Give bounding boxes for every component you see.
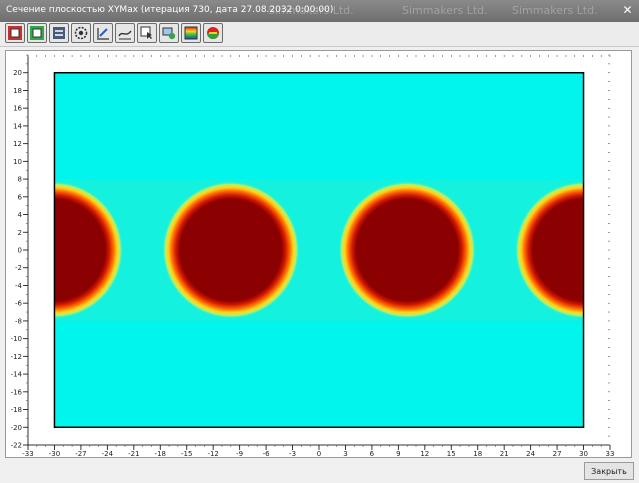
edit-plot-button[interactable] [93, 23, 113, 43]
heatmap-warm-band [54, 179, 584, 321]
export-button[interactable] [49, 23, 69, 43]
window-close-button[interactable]: ✕ [619, 2, 636, 19]
hot-spot [162, 181, 300, 319]
y-tick-label: -2 [15, 264, 22, 272]
save-image-icon [30, 26, 44, 40]
plot-panel: -33 -30 -27 -24 -21 -18 -15 -12 -9 -6 -3 0 3 6 9 12 15 18… [5, 50, 632, 458]
close-button[interactable]: Закрыть [584, 462, 634, 480]
y-tick-label: 2 [18, 229, 22, 237]
x-tick-label: 9 [396, 450, 400, 457]
layers-icon [162, 27, 176, 40]
x-tick-label: 12 [420, 450, 429, 457]
color-wheel-icon [207, 27, 219, 39]
x-tick-label: 15 [447, 450, 456, 457]
x-tick-label: 18 [473, 450, 482, 457]
x-tick-label: 3 [343, 450, 347, 457]
layers-button[interactable] [159, 23, 179, 43]
x-tick-label: 27 [553, 450, 562, 457]
edit-plot-icon [97, 28, 109, 40]
x-tick-label: 21 [500, 450, 509, 457]
x-tick-label: 33 [606, 450, 615, 457]
x-tick-label: -21 [128, 450, 139, 457]
x-tick-label: -27 [75, 450, 86, 457]
y-tick-label: -14 [11, 371, 23, 379]
hot-spot [338, 181, 476, 319]
y-tick-label: -20 [11, 424, 22, 432]
copy-image-button[interactable] [5, 23, 25, 43]
y-tick-label: 10 [13, 158, 22, 166]
title-bar: Сечение плоскостью XYMax (итерация 730, … [0, 0, 639, 22]
y-tick-label: 12 [13, 140, 22, 148]
contour-icon [118, 30, 132, 40]
x-tick-label: -24 [102, 450, 114, 457]
y-tick-label: 20 [13, 69, 22, 77]
y-tick-label: 18 [13, 87, 22, 95]
palette-gradient-icon [184, 26, 198, 40]
y-tick-label: -10 [11, 335, 22, 343]
contour-button[interactable] [115, 23, 135, 43]
y-tick-label: 16 [13, 105, 22, 113]
y-tick-label: 0 [18, 247, 22, 255]
y-tick-label: -4 [15, 282, 23, 290]
x-tick-label: 30 [579, 450, 588, 457]
watermark-text: Simmakers Ltd. [402, 4, 488, 17]
y-tick-label: -6 [15, 300, 23, 308]
y-tick-label: 14 [13, 122, 22, 130]
y-tick-label: -18 [11, 406, 22, 414]
x-tick-label: -33 [22, 450, 33, 457]
color-wheel-button[interactable] [203, 23, 223, 43]
x-tick-label: -3 [289, 450, 296, 457]
save-image-button[interactable] [27, 23, 47, 43]
watermark-text: Simmakers Ltd. [268, 4, 354, 17]
heatmap-chart[interactable]: -33 -30 -27 -24 -21 -18 -15 -12 -9 -6 -3 0 3 6 9 12 15 18… [6, 51, 631, 457]
settings-button[interactable] [71, 23, 91, 43]
pointer-info-button[interactable] [137, 23, 157, 43]
x-tick-label: -15 [181, 450, 192, 457]
y-tick-label: -22 [11, 442, 22, 450]
y-tick-label: 6 [18, 193, 23, 201]
export-icon [53, 27, 65, 39]
heatmap-field [54, 72, 584, 428]
toolbar [0, 22, 639, 47]
y-tick-label: -8 [15, 317, 22, 325]
watermark-text: Simmakers Ltd. [512, 4, 598, 17]
y-tick-label: -12 [11, 353, 22, 361]
y-tick-label: 8 [18, 176, 22, 184]
x-tick-label: -30 [49, 450, 60, 457]
x-tick-label: -12 [207, 450, 218, 457]
pointer-info-icon [140, 26, 152, 39]
x-tick-label: -18 [155, 450, 166, 457]
y-tick-label: 4 [18, 211, 23, 219]
settings-icon [74, 26, 88, 40]
y-tick-label: -16 [11, 388, 23, 396]
palette-gradient-button[interactable] [181, 23, 201, 43]
x-tick-label: -9 [236, 450, 243, 457]
x-tick-label: 24 [526, 450, 535, 457]
copy-image-icon [8, 26, 22, 40]
x-tick-label: -6 [263, 450, 271, 457]
x-tick-label: 6 [370, 450, 375, 457]
x-tick-label: 0 [317, 450, 321, 457]
